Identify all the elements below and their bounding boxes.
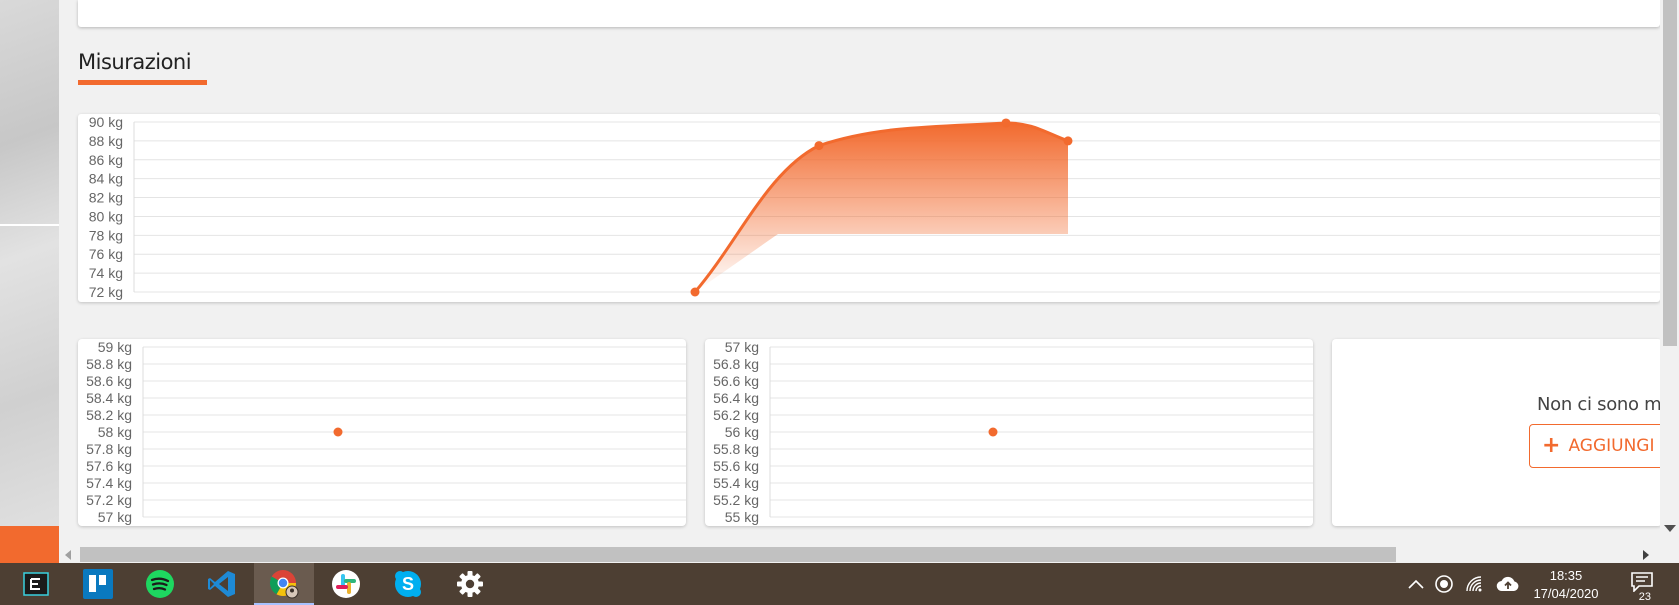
- y-tick-label: 55 kg: [725, 509, 759, 525]
- y-tick-label: 57 kg: [98, 509, 132, 525]
- weight-data-point[interactable]: [814, 141, 824, 151]
- taskbar-app-trello[interactable]: [68, 563, 128, 605]
- vertical-scrollbar[interactable]: [1660, 0, 1679, 546]
- y-tick-label: 82 kg: [89, 190, 123, 206]
- y-tick-label: 59 kg: [98, 339, 132, 355]
- measurement-chart-card-1: 59 kg 58.8 kg 58.6 kg 58.4 kg 58.2 kg 58 kg 57…: [78, 339, 686, 526]
- measurement-chart-card-2: 57 kg 56.8 kg 56.6 kg 56.4 kg 56.2 kg 56 kg 55…: [705, 339, 1313, 526]
- y-tick-label: 56.4 kg: [713, 390, 759, 406]
- skype-icon: S: [395, 571, 421, 597]
- y-tick-label: 57 kg: [725, 339, 759, 355]
- plus-icon: +: [1542, 433, 1561, 458]
- chevron-up-icon: [1408, 579, 1424, 589]
- scroll-right-arrow-icon[interactable]: [1643, 550, 1649, 560]
- y-tick-label: 55.2 kg: [713, 492, 759, 508]
- weight-line-chart: 90 kg 88 kg 86 kg 84 kg 82 kg 80 kg 78 kg 76 kg…: [89, 114, 1660, 300]
- show-hidden-icons-button[interactable]: [1404, 563, 1428, 605]
- y-tick-label: 86 kg: [89, 152, 123, 168]
- sidebar-selection-indicator: [0, 224, 59, 226]
- y-tick-label: 58.2 kg: [86, 407, 132, 423]
- taskbar-app-skype[interactable]: S: [378, 563, 438, 605]
- y-tick-label: 90 kg: [89, 114, 123, 130]
- tray-cloud-sync-button[interactable]: [1494, 563, 1522, 605]
- windows-taskbar: S 18:35 17/04/2020 23: [0, 563, 1679, 605]
- taskbar-app-chrome[interactable]: [254, 563, 314, 605]
- y-tick-label: 72 kg: [89, 284, 123, 300]
- y-tick-label: 55.6 kg: [713, 458, 759, 474]
- y-tick-label: 88 kg: [89, 133, 123, 149]
- record-icon: [1435, 575, 1453, 593]
- y-tick-label: 56 kg: [725, 424, 759, 440]
- tray-network-button[interactable]: [1462, 563, 1486, 605]
- spotify-icon: [146, 570, 174, 598]
- y-tick-label: 76 kg: [89, 246, 123, 262]
- y-tick-label: 56.8 kg: [713, 356, 759, 372]
- add-measurement-button[interactable]: + AGGIUNGI: [1529, 424, 1662, 468]
- measurement-chart-2: 57 kg56.8 kg56.6 kg56.4 kg56.2 kg56 kg55…: [713, 339, 1313, 525]
- taskbar-app-vscode[interactable]: [192, 563, 252, 605]
- y-tick-label: 57.6 kg: [86, 458, 132, 474]
- horizontal-scroll-thumb[interactable]: [80, 547, 1396, 562]
- notification-icon: [1631, 571, 1653, 593]
- y-tick-label: 58 kg: [98, 424, 132, 440]
- app-sidebar: [0, 0, 59, 563]
- wifi-icon: [1466, 576, 1482, 592]
- y-tick-label: 58.6 kg: [86, 373, 132, 389]
- y-tick-label: 57.2 kg: [86, 492, 132, 508]
- y-tick-label: 57.8 kg: [86, 441, 132, 457]
- scroll-down-arrow-icon[interactable]: [1664, 525, 1676, 532]
- measurement-chart-1: 59 kg58.8 kg58.6 kg58.4 kg58.2 kg58 kg57…: [86, 339, 686, 525]
- taskbar-app-settings[interactable]: [440, 563, 500, 605]
- clock-time: 18:35: [1549, 568, 1583, 583]
- sidebar-accent-block[interactable]: [0, 526, 59, 563]
- y-tick-label: 78 kg: [89, 227, 123, 243]
- empty-state-message: Non ci sono m: [1537, 394, 1662, 415]
- tray-record-button[interactable]: [1432, 563, 1456, 605]
- weight-data-point[interactable]: [1001, 118, 1011, 128]
- vscode-icon: [208, 571, 235, 597]
- y-tick-label: 80 kg: [89, 208, 123, 224]
- weight-chart-card: 90 kg 88 kg 86 kg 84 kg 82 kg 80 kg 78 kg 76 kg…: [78, 114, 1660, 302]
- y-tick-label: 58.4 kg: [86, 390, 132, 406]
- svg-text:S: S: [402, 574, 414, 594]
- scroll-left-arrow-icon[interactable]: [65, 550, 71, 560]
- taskbar-app-edge-dev[interactable]: [6, 563, 66, 605]
- edge-dev-icon: [23, 572, 49, 596]
- measurement-data-point[interactable]: [333, 427, 343, 437]
- horizontal-scrollbar[interactable]: [59, 546, 1660, 563]
- trello-icon: [83, 569, 113, 599]
- top-card: [78, 0, 1660, 27]
- y-tick-label: 56.6 kg: [713, 373, 759, 389]
- y-tick-label: 58.8 kg: [86, 356, 132, 372]
- y-tick-label: 56.2 kg: [713, 407, 759, 423]
- weight-data-point[interactable]: [1063, 136, 1073, 146]
- taskbar-app-slack[interactable]: [316, 563, 376, 605]
- taskbar-clock[interactable]: 18:35 17/04/2020: [1524, 567, 1608, 603]
- section-title: Misurazioni: [78, 50, 192, 74]
- y-tick-label: 74 kg: [89, 265, 123, 281]
- chrome-icon: [269, 570, 299, 599]
- notification-count-badge: 23: [1636, 590, 1653, 603]
- clock-date: 17/04/2020: [1533, 586, 1599, 601]
- settings-icon: [457, 571, 483, 597]
- empty-measurement-card: Non ci sono m + AGGIUNGI: [1332, 339, 1662, 526]
- y-tick-label: 57.4 kg: [86, 475, 132, 491]
- slack-icon: [332, 570, 360, 598]
- cloud-upload-icon: [1496, 576, 1519, 592]
- section-title-underline: [78, 80, 207, 85]
- y-tick-label: 55.8 kg: [713, 441, 759, 457]
- add-button-label: AGGIUNGI: [1568, 436, 1655, 456]
- y-tick-label: 55.4 kg: [713, 475, 759, 491]
- weight-data-point[interactable]: [690, 287, 700, 297]
- measurement-data-point[interactable]: [988, 427, 998, 437]
- weight-area-fill: [695, 122, 1068, 292]
- vertical-scroll-thumb[interactable]: [1663, 0, 1677, 346]
- taskbar-app-spotify[interactable]: [130, 563, 190, 605]
- action-center-button[interactable]: 23: [1624, 563, 1660, 605]
- y-tick-label: 84 kg: [89, 171, 123, 187]
